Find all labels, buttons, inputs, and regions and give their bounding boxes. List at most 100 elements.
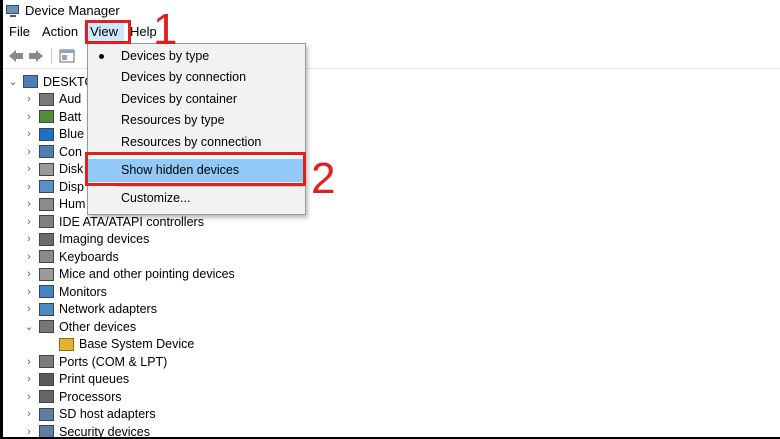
menu-item-devices-by-container[interactable]: Devices by container xyxy=(88,89,305,110)
chevron-down-icon[interactable]: ⌄ xyxy=(7,75,19,88)
chevron-right-icon[interactable]: › xyxy=(23,146,35,158)
tree-item[interactable]: › Network adapters xyxy=(3,301,780,319)
chevron-right-icon[interactable]: › xyxy=(23,408,35,420)
tree-item[interactable]: › Processors xyxy=(3,388,780,406)
chevron-right-icon[interactable]: › xyxy=(23,303,35,315)
tree-item[interactable]: › Print queues xyxy=(3,371,780,389)
properties-icon[interactable] xyxy=(58,47,76,65)
chevron-right-icon[interactable]: › xyxy=(23,268,35,280)
view-menu-dropdown: Devices by type Devices by connection De… xyxy=(87,43,306,215)
device-manager-icon xyxy=(6,4,20,18)
chevron-right-icon[interactable]: › xyxy=(23,251,35,263)
tree-item[interactable]: › Monitors xyxy=(3,283,780,301)
audio-icon xyxy=(39,92,54,106)
menu-item-devices-by-type[interactable]: Devices by type xyxy=(88,46,305,67)
menu-item-label: Resources by type xyxy=(121,113,225,127)
menu-item-resources-by-type[interactable]: Resources by type xyxy=(88,110,305,131)
keyboard-icon xyxy=(39,250,54,264)
battery-icon xyxy=(39,110,54,124)
tree-item[interactable]: › Imaging devices xyxy=(3,231,780,249)
camera-icon xyxy=(39,232,54,246)
tree-item-label: Print queues xyxy=(59,372,130,387)
menu-action[interactable]: Action xyxy=(36,22,84,42)
chevron-right-icon[interactable]: › xyxy=(23,426,35,437)
tree-item[interactable]: ⌄ Other devices xyxy=(3,318,780,336)
menu-item-label: Devices by connection xyxy=(121,70,247,84)
tree-item-label: Monitors xyxy=(59,284,107,299)
chevron-right-icon[interactable]: › xyxy=(23,356,35,368)
tree-item[interactable]: › Mice and other pointing devices xyxy=(3,266,780,284)
disk-icon xyxy=(39,162,54,176)
chevron-right-icon[interactable]: › xyxy=(23,128,35,140)
bluetooth-icon xyxy=(39,127,54,141)
tree-item-label: Security devices xyxy=(59,424,151,437)
annotation-box-view-menu xyxy=(85,20,131,44)
ide-icon xyxy=(39,215,54,229)
menu-item-customize[interactable]: Customize... xyxy=(88,188,305,209)
display-icon xyxy=(39,180,54,194)
computer-icon xyxy=(23,75,38,89)
chevron-right-icon[interactable]: › xyxy=(23,216,35,228)
title-bar: Device Manager xyxy=(3,0,780,21)
tree-item-label: Hum xyxy=(59,197,86,212)
chevron-right-icon[interactable]: › xyxy=(23,111,35,123)
toolbar-separator xyxy=(51,48,52,64)
annotation-number-2: 2 xyxy=(311,154,336,203)
tree-item-label: Ports (COM & LPT) xyxy=(59,354,168,369)
chevron-right-icon[interactable]: › xyxy=(23,93,35,105)
tree-item[interactable]: › Keyboards xyxy=(3,248,780,266)
other-devices-icon xyxy=(39,320,54,334)
back-icon[interactable] xyxy=(7,47,25,65)
monitor-icon xyxy=(39,285,54,299)
forward-icon[interactable] xyxy=(27,47,45,65)
mouse-icon xyxy=(39,267,54,281)
chevron-right-icon[interactable]: › xyxy=(23,286,35,298)
printer-icon xyxy=(39,372,54,386)
device-manager-window: Device Manager File Action View Help ⌄ D… xyxy=(3,0,780,437)
tree-item-label: Network adapters xyxy=(59,302,157,317)
hid-icon xyxy=(39,197,54,211)
chevron-right-icon[interactable]: › xyxy=(23,373,35,385)
menu-item-label: Customize... xyxy=(121,191,191,205)
menu-item-devices-by-connection[interactable]: Devices by connection xyxy=(88,67,305,88)
processor-icon xyxy=(39,390,54,404)
chevron-right-icon[interactable]: › xyxy=(23,163,35,175)
chevron-right-icon[interactable]: › xyxy=(23,181,35,193)
tree-item-label: Processors xyxy=(59,389,122,404)
warning-device-icon xyxy=(59,337,74,351)
annotation-number-1: 1 xyxy=(153,5,178,54)
menu-file[interactable]: File xyxy=(3,22,36,42)
tree-item-label: Aud xyxy=(59,92,82,107)
menu-item-label: Resources by connection xyxy=(121,135,262,149)
computer-icon xyxy=(39,145,54,159)
tree-item-label: Mice and other pointing devices xyxy=(59,267,235,282)
chevron-right-icon[interactable]: › xyxy=(23,198,35,210)
tree-item-label: IDE ATA/ATAPI controllers xyxy=(59,214,204,229)
tree-item-label: Base System Device xyxy=(79,337,195,352)
tree-item-label: Disp xyxy=(59,179,85,194)
tree-item-label: Con xyxy=(59,144,82,159)
tree-item-label: Other devices xyxy=(59,319,137,334)
chevron-down-icon[interactable]: ⌄ xyxy=(23,320,35,333)
tree-item-label: Blue xyxy=(59,127,85,142)
chevron-right-icon[interactable]: › xyxy=(23,391,35,403)
tree-item[interactable]: › Ports (COM & LPT) xyxy=(3,353,780,371)
annotation-box-show-hidden xyxy=(85,152,306,186)
menu-item-label: Devices by container xyxy=(121,92,238,106)
port-icon xyxy=(39,355,54,369)
tree-item[interactable]: › SD host adapters xyxy=(3,406,780,424)
chevron-right-icon[interactable]: › xyxy=(23,233,35,245)
tree-item[interactable]: › Security devices xyxy=(3,423,780,437)
tree-item-label: Imaging devices xyxy=(59,232,150,247)
tree-item-label: Disk xyxy=(59,162,84,177)
network-icon xyxy=(39,302,54,316)
menu-item-resources-by-connection[interactable]: Resources by connection xyxy=(88,132,305,153)
tree-item[interactable]: Base System Device xyxy=(3,336,780,354)
tree-item[interactable]: › IDE ATA/ATAPI controllers xyxy=(3,213,780,231)
checked-bullet-icon xyxy=(99,54,104,59)
tree-item-label: SD host adapters xyxy=(59,407,156,422)
sd-icon xyxy=(39,407,54,421)
security-icon xyxy=(39,425,54,437)
tree-item-label: Keyboards xyxy=(59,249,119,264)
tree-item-label: Batt xyxy=(59,109,82,124)
